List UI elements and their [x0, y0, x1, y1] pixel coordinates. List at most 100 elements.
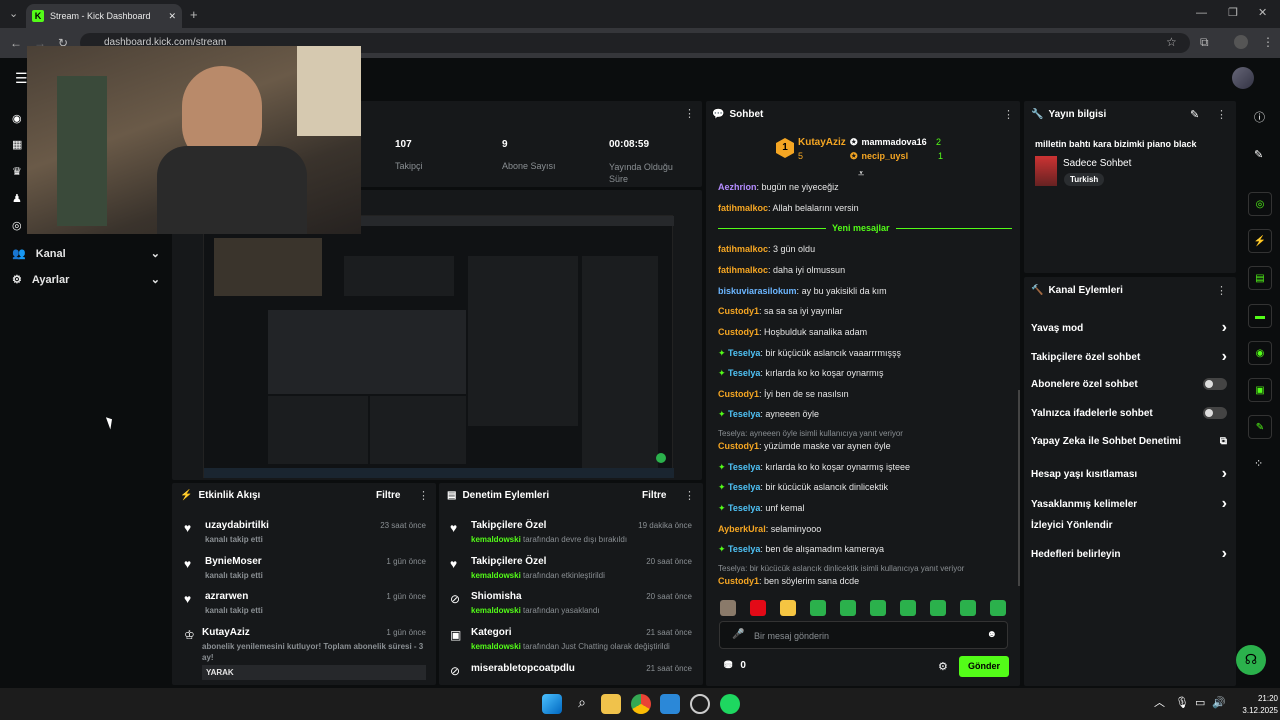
activity-more-icon[interactable]: ⋮ — [418, 491, 429, 502]
rail-broadcast-icon[interactable]: ◉ — [1248, 341, 1272, 365]
emote-icon[interactable] — [780, 600, 796, 616]
chat-username[interactable]: Teselya — [728, 544, 760, 554]
moderator-name[interactable]: kemaldowski — [471, 535, 521, 544]
emote-icon[interactable] — [870, 600, 886, 616]
emote-icon[interactable] — [900, 600, 916, 616]
chat-message[interactable]: AyberkUral: selaminyooo — [718, 524, 821, 534]
hamburger-menu-icon[interactable]: ☰ — [15, 71, 28, 85]
info-icon[interactable]: ⓘ — [1254, 113, 1265, 124]
chat-message[interactable]: Custody1: İyi ben de se nasılsın — [718, 389, 849, 399]
chat-scrollbar[interactable] — [1018, 390, 1020, 586]
channel-action-row[interactable]: Yalnızca ifadelerle sohbet — [1031, 407, 1227, 419]
rail-apps-icon[interactable]: ⁘ — [1254, 459, 1263, 470]
moderation-nav-icon[interactable]: ◎ — [12, 221, 22, 232]
activity-user[interactable]: KutayAziz — [202, 627, 250, 638]
chat-username[interactable]: fatihmalkoc — [718, 265, 768, 275]
send-button[interactable]: Gönder — [959, 656, 1009, 677]
channel-action-row[interactable]: Yavaş mod › — [1031, 319, 1227, 337]
chat-username[interactable]: Custody1 — [718, 576, 759, 586]
moderator-name[interactable]: kemaldowski — [471, 642, 521, 651]
moderation-filter-button[interactable]: Filtre — [642, 490, 666, 501]
emote-icon[interactable] — [960, 600, 976, 616]
moderator-name[interactable]: kemaldowski — [471, 606, 521, 615]
chat-username[interactable]: Teselya — [728, 462, 760, 472]
chrome-icon[interactable] — [631, 694, 651, 714]
chat-message[interactable]: ✦ Teselya: kırlarda ko ko koşar oynarmış… — [718, 462, 910, 473]
info-more-icon[interactable]: ⋮ — [1216, 110, 1227, 121]
edit-pencil-icon[interactable]: ✎ — [1190, 110, 1199, 121]
support-headset-icon[interactable]: ☊ — [1236, 645, 1266, 675]
taskbar-search-icon[interactable]: ⌕ — [572, 694, 592, 714]
emote-icon[interactable] — [720, 600, 736, 616]
stream-nav-icon[interactable]: ◉ — [12, 114, 22, 125]
volume-icon[interactable]: 🔊 — [1212, 698, 1226, 709]
chat-message[interactable]: fatihmalkoc: 3 gün oldu — [718, 244, 815, 254]
tray-mic-icon[interactable]: 🎙 — [1175, 698, 1189, 709]
chat-username[interactable]: Teselya — [728, 348, 760, 358]
rail-bolt-icon[interactable]: ⚡ — [1248, 229, 1272, 253]
moderation-target[interactable]: Kategori — [471, 627, 512, 638]
profile-avatar[interactable] — [1234, 35, 1248, 49]
file-explorer-icon[interactable] — [601, 694, 621, 714]
rail-users-icon[interactable]: ▣ — [1248, 378, 1272, 402]
nav-channel[interactable]: 👥 Kanal ⌄ — [12, 247, 160, 261]
edit-icon[interactable]: ✎ — [1254, 150, 1263, 161]
moderator-name[interactable]: kemaldowski — [471, 571, 521, 580]
rail-chat-icon[interactable]: ▬ — [1248, 304, 1272, 328]
channel-action-row[interactable]: Hesap yaşı kısıtlaması › — [1031, 465, 1227, 483]
chat-message[interactable]: ✦ Teselya: ben de alışamadım kameraya — [718, 544, 884, 555]
chat-message[interactable]: ✦ Teselya: kırlarda ko ko koşar oynarmış — [718, 368, 883, 379]
chat-settings-icon[interactable]: ⚙ — [938, 662, 948, 673]
chat-more-icon[interactable]: ⋮ — [1003, 110, 1014, 121]
chat-message[interactable]: fatihmalkoc: Allah belalarını versin — [718, 203, 859, 213]
emote-icon[interactable] — [930, 600, 946, 616]
chat-username[interactable]: Custody1 — [718, 306, 759, 316]
browser-menu-icon[interactable]: ⋮ — [1262, 36, 1274, 48]
chat-username[interactable]: Custody1 — [718, 441, 759, 451]
spotify-icon[interactable] — [720, 694, 740, 714]
actions-more-icon[interactable]: ⋮ — [1216, 286, 1227, 297]
chat-username[interactable]: biskuviarasilokum — [718, 286, 797, 296]
photos-icon[interactable] — [660, 694, 680, 714]
community-nav-icon[interactable]: ♟ — [12, 194, 22, 205]
app-icon[interactable] — [690, 694, 710, 714]
chat-username[interactable]: Teselya — [728, 482, 760, 492]
channel-action-row[interactable]: İzleyici Yönlendir — [1031, 520, 1227, 531]
back-icon[interactable]: ← — [10, 37, 22, 49]
extensions-icon[interactable]: ⧉ — [1200, 36, 1209, 48]
chat-username[interactable]: Custody1 — [718, 389, 759, 399]
network-icon[interactable]: ▭ — [1195, 698, 1205, 709]
nav-settings[interactable]: ⚙ Ayarlar ⌄ — [12, 273, 160, 287]
chat-message[interactable]: Custody1: ben söylerim sana dcde — [718, 576, 859, 586]
emote-icon[interactable] — [990, 600, 1006, 616]
chat-message[interactable]: ✦ Teselya: ayneeen öyle — [718, 409, 819, 420]
minimize-icon[interactable]: — — [1196, 8, 1207, 19]
user-avatar[interactable] — [1232, 67, 1254, 89]
channel-action-row[interactable]: Abonelere özel sohbet — [1031, 378, 1227, 390]
moderation-target[interactable]: Shiomisha — [471, 591, 522, 602]
chat-message[interactable]: Custody1: Hoşbulduk sanalika adam — [718, 327, 867, 337]
rail-target-icon[interactable]: ◎ — [1248, 192, 1272, 216]
chat-username[interactable]: fatihmalkoc — [718, 244, 768, 254]
chat-message[interactable]: fatihmalkoc: daha iyi olmussun — [718, 265, 845, 275]
collapse-icon[interactable]: ⩡ — [858, 169, 864, 180]
rail-wrench-icon[interactable]: ✎ — [1248, 415, 1272, 439]
analytics-nav-icon[interactable]: ▦ — [12, 140, 22, 151]
chat-message[interactable]: ✦ Teselya: bir küçücük aslancık vaaarrrm… — [718, 348, 901, 359]
windows-start-icon[interactable] — [542, 694, 562, 714]
moderation-target[interactable]: miserabletopcoatpdlu — [471, 663, 575, 674]
bookmark-star-icon[interactable]: ☆ — [1166, 36, 1177, 48]
tab-search-icon[interactable]: ⌄ — [9, 9, 18, 20]
chat-message[interactable]: Aezhrion: bugün ne yiyeceğiz — [718, 182, 839, 192]
points-display[interactable]: ⛃ 0 — [724, 660, 746, 671]
activity-user[interactable]: BynieMoser — [205, 556, 262, 567]
chat-username[interactable]: Teselya — [728, 503, 760, 513]
top-chatter-2[interactable]: ✪ mammadova16 — [850, 137, 927, 148]
chat-message[interactable]: Custody1: yüzümde maske var aynen öyle — [718, 441, 891, 451]
emote-icon[interactable] — [810, 600, 826, 616]
close-window-icon[interactable]: ✕ — [1258, 8, 1267, 19]
moderation-target[interactable]: Takipçilere Özel — [471, 520, 546, 531]
chat-username[interactable]: Teselya — [728, 409, 760, 419]
mic-icon[interactable]: 🎤 — [732, 629, 744, 640]
chat-input[interactable]: 🎤 Bir mesaj gönderin ☻ — [719, 621, 1008, 649]
